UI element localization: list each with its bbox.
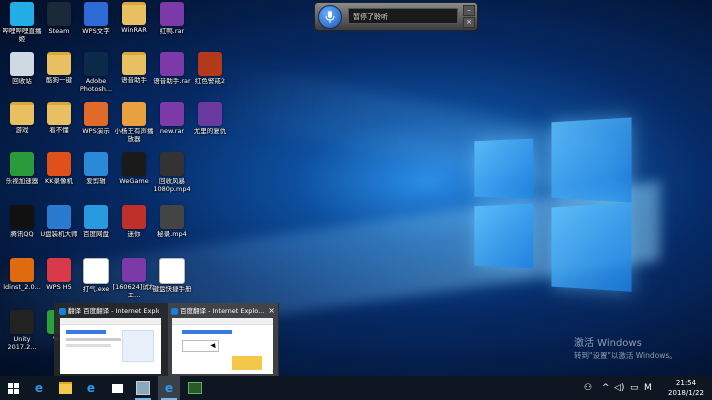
thumbnail-window-2[interactable]: 百度翻译 - Internet Explo... × xyxy=(168,303,278,376)
taskbar-recorder[interactable] xyxy=(184,376,206,400)
folder-icon xyxy=(10,102,34,125)
thumbnail-page-preview xyxy=(172,318,273,374)
taskbar-internet-explorer-active[interactable]: e xyxy=(158,376,180,400)
wps-h5-icon xyxy=(47,258,71,282)
speech-recognition-icon xyxy=(136,381,150,395)
wegame-icon xyxy=(122,152,146,176)
editor-icon xyxy=(84,152,108,176)
video-file-icon xyxy=(160,152,184,176)
wps-writer-icon xyxy=(84,2,108,26)
taskbar: e e e ⚇ ^ ◁) ▭ M 21:54 2018/1/22 xyxy=(0,376,712,400)
recorder-icon xyxy=(188,382,202,394)
thumbnail-window-1[interactable]: 翻译 百度翻译 - Internet Explo... xyxy=(56,303,166,376)
taskbar-thumbnail-preview: 翻译 百度翻译 - Internet Explo... 百度翻译 - Inter… xyxy=(54,303,279,376)
microphone-icon xyxy=(325,11,335,23)
thumbnail-title-text: 翻译 百度翻译 - Internet Explo... xyxy=(68,307,159,315)
clock-time: 21:54 xyxy=(675,379,697,387)
speech-recognition-widget[interactable]: 暂停了聆听 – × xyxy=(314,2,478,31)
network-icon[interactable]: ▭ xyxy=(630,382,639,394)
recycle-bin-icon xyxy=(10,52,34,76)
taskbar-internet-explorer[interactable]: e xyxy=(80,376,102,400)
bilibili-icon xyxy=(10,2,34,26)
microphone-button[interactable] xyxy=(318,5,342,29)
accelerator-icon xyxy=(10,152,34,176)
rar-archive-icon xyxy=(160,52,184,76)
kk-recorder-icon xyxy=(47,152,71,176)
rar-archive-icon xyxy=(122,205,146,229)
desktop-icon-label: 键盘快捷手册 xyxy=(152,286,192,293)
rar-archive-icon xyxy=(122,258,146,282)
thumbnail-title-text: 百度翻译 - Internet Explo... xyxy=(180,307,265,315)
folder-icon xyxy=(47,102,71,125)
thumbnail-page-preview xyxy=(60,318,161,374)
activate-windows-watermark: 激活 Windows 转到"设置"以激活 Windows。 xyxy=(574,338,677,362)
taskbar-speech-recognition[interactable] xyxy=(132,376,154,400)
yuri-icon xyxy=(198,102,222,126)
internet-explorer-icon xyxy=(171,307,178,315)
taskbar-edge[interactable]: e xyxy=(28,376,50,400)
clock-date: 2018/1/22 xyxy=(668,389,704,397)
exe-file-icon xyxy=(83,258,109,284)
rar-archive-icon xyxy=(160,102,184,126)
folder-icon xyxy=(122,2,146,25)
folder-icon xyxy=(111,383,123,393)
video-file-icon xyxy=(160,205,184,229)
internet-explorer-icon: e xyxy=(86,381,96,395)
system-tray: ⚇ ^ ◁) ▭ M 21:54 2018/1/22 xyxy=(572,376,712,400)
baidu-netdisk-icon xyxy=(84,205,108,229)
windows-logo-pane xyxy=(551,117,632,203)
chevron-up-icon[interactable]: ^ xyxy=(602,382,610,394)
file-explorer-icon xyxy=(58,382,72,394)
desktop-icon[interactable]: 回收风暴1080p.mp4 xyxy=(150,152,194,202)
desktop-icon[interactable]: 键盘快捷手册 xyxy=(150,258,194,308)
thumbnail-close-button[interactable]: × xyxy=(268,305,275,317)
volume-icon[interactable]: ◁) xyxy=(614,382,624,394)
internet-explorer-icon: e xyxy=(164,381,174,395)
ime-indicator[interactable]: M xyxy=(644,382,652,394)
speech-close-button[interactable]: × xyxy=(463,17,475,28)
qq-icon xyxy=(10,205,34,229)
windows-start-icon xyxy=(7,382,19,394)
desktop-icon-label: 红色警戒2 xyxy=(194,78,226,85)
folder-icon xyxy=(47,52,71,75)
desktop-icon[interactable]: 秘录.mp4 xyxy=(150,205,194,255)
rar-archive-icon xyxy=(160,2,184,26)
folder-icon xyxy=(122,52,146,75)
taskbar-file-explorer[interactable] xyxy=(54,376,76,400)
desktop-icon-label: 红鸭.rar xyxy=(159,28,185,35)
desktop-icon[interactable]: 红色警戒2 xyxy=(188,52,232,102)
thumbnail-title: 翻译 百度翻译 - Internet Explo... xyxy=(59,305,159,317)
windows-logo-pane xyxy=(474,138,534,200)
desktop-icon-label: 回收风暴1080p.mp4 xyxy=(153,178,191,193)
edge-icon: e xyxy=(34,381,44,395)
text-file-icon xyxy=(159,258,185,284)
watermark-title: 激活 Windows xyxy=(574,338,642,349)
taskbar-folder[interactable] xyxy=(106,376,128,400)
thumbnail-title: 百度翻译 - Internet Explo... xyxy=(171,305,271,317)
speech-status-text: 暂停了聆听 xyxy=(348,8,458,24)
steam-icon xyxy=(47,2,71,26)
start-button[interactable] xyxy=(0,376,26,400)
windows-logo-pane xyxy=(474,203,534,269)
desktop-icon-label: 尤里的复仇 xyxy=(193,128,227,135)
desktop-icon[interactable]: 尤里的复仇 xyxy=(188,102,232,152)
apk-icon xyxy=(122,102,146,126)
installer-icon xyxy=(10,258,34,282)
internet-explorer-icon xyxy=(59,307,66,315)
usb-icon xyxy=(47,205,71,229)
watermark-subtitle: 转到"设置"以激活 Windows。 xyxy=(574,351,677,360)
wps-presentation-icon xyxy=(84,102,108,126)
photoshop-icon xyxy=(84,52,108,76)
windows-logo-pane xyxy=(551,202,632,292)
unity-icon xyxy=(10,310,34,334)
clock[interactable]: 21:54 2018/1/22 xyxy=(666,378,706,398)
people-icon[interactable]: ⚇ xyxy=(584,382,592,394)
desktop[interactable]: 哔哩哔哩直播姬 Steam WPS文字 WinRAR 红鸭.rar 回收站 酷狗一键 Adob… xyxy=(0,0,712,376)
desktop-icon-label: 秘录.mp4 xyxy=(157,231,187,238)
desktop-icon[interactable]: 红鸭.rar xyxy=(150,2,194,52)
speech-minimize-button[interactable]: – xyxy=(463,5,475,16)
red-alert-icon xyxy=(198,52,222,76)
